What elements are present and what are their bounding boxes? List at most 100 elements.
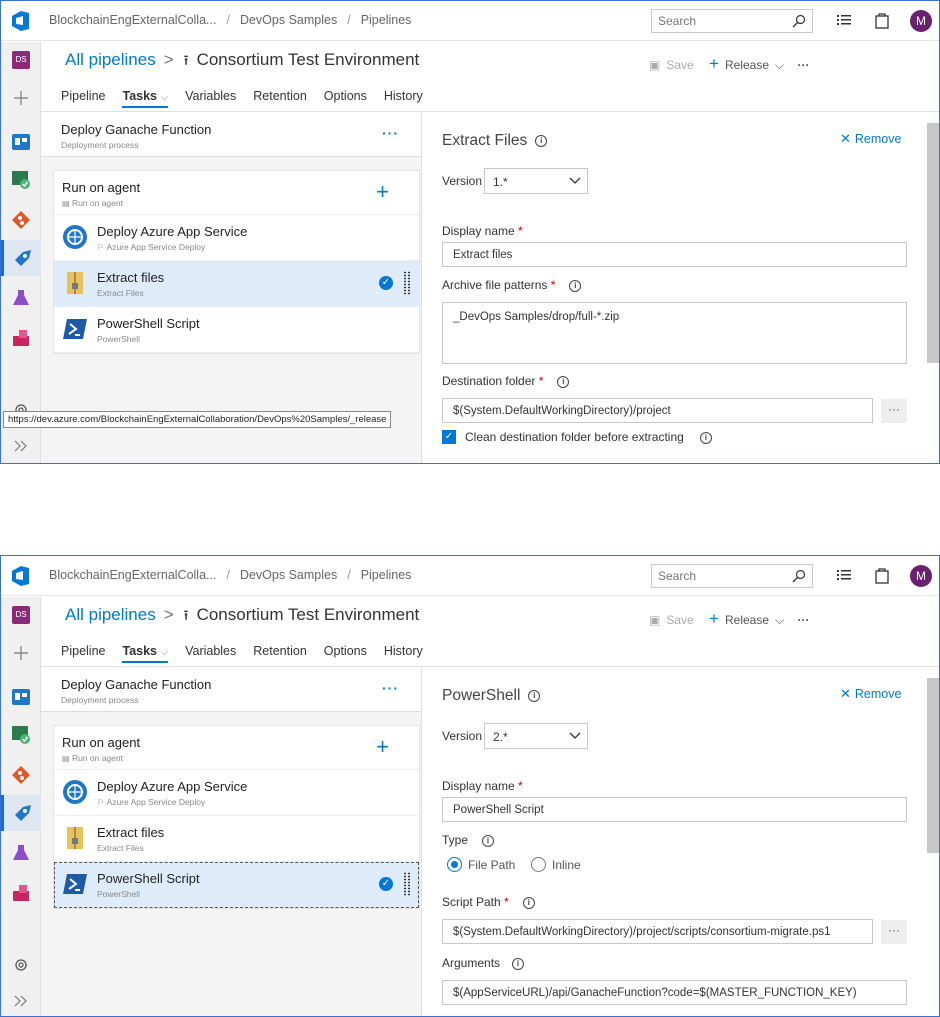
tab-pipeline[interactable]: Pipeline [61,644,105,661]
tab-retention[interactable]: Retention [253,89,307,106]
more-actions-button[interactable]: ··· [797,58,809,72]
breadcrumb-project[interactable]: DevOps Samples [240,13,337,27]
boards-icon[interactable] [1,124,41,160]
tab-retention[interactable]: Retention [253,644,307,661]
all-pipelines-link[interactable]: All pipelines [65,50,156,69]
task-list-icon[interactable] [837,12,851,28]
display-name-field[interactable]: Extract files [442,242,907,267]
task-subtitle: PowerShell [97,889,140,899]
avatar[interactable]: M [910,565,932,587]
avatar[interactable]: M [910,10,932,32]
stage-menu-button[interactable]: ··· [382,680,399,696]
file-path-radio[interactable] [447,857,462,872]
project-badge[interactable]: DS [1,42,41,78]
project-badge[interactable]: DS [1,597,41,633]
breadcrumb-pipelines[interactable]: Pipelines [361,13,412,27]
test-plans-icon[interactable] [1,280,41,316]
drag-handle-icon[interactable] [403,872,411,896]
stage-header[interactable]: Deploy Ganache Function Deployment proce… [41,668,421,712]
task-powershell[interactable]: PowerShell Script PowerShell [54,307,419,353]
pipelines-icon[interactable] [1,240,41,276]
clean-destination-checkbox[interactable]: ✓ [442,430,456,444]
scrollbar[interactable] [927,678,939,853]
inline-label: Inline [552,858,581,872]
release-button[interactable]: Release [725,613,769,627]
info-icon: i [522,896,535,909]
save-button[interactable]: Save [666,58,693,72]
tab-variables[interactable]: Variables [185,644,236,661]
check-icon[interactable]: ✓ [379,877,393,891]
add-task-button[interactable]: + [376,734,389,760]
check-icon[interactable]: ✓ [379,276,393,290]
add-icon[interactable] [1,80,41,116]
scrollbar[interactable] [927,123,939,363]
breadcrumb-org[interactable]: BlockchainEngExternalColla... [49,568,216,582]
drag-handle-icon[interactable] [403,271,411,295]
artifacts-icon[interactable] [1,320,41,356]
search-input[interactable]: Search [651,9,813,33]
inline-radio[interactable] [531,857,546,872]
all-pipelines-link[interactable]: All pipelines [65,605,156,624]
arguments-field[interactable]: $(AppServiceURL)/api/GanacheFunction?cod… [442,980,907,1005]
repos-icon[interactable] [1,202,41,238]
destination-folder-field[interactable]: $(System.DefaultWorkingDirectory)/projec… [442,398,873,423]
search-input[interactable]: Search [651,564,813,588]
archive-patterns-field[interactable]: _DevOps Samples/drop/full-*.zip [442,302,907,364]
display-name-field[interactable]: PowerShell Script [442,797,907,822]
chevron-down-icon[interactable]: ⌵ [775,613,784,627]
tab-pipeline[interactable]: Pipeline [61,89,105,106]
repos-check-icon[interactable] [1,162,41,198]
azure-devops-logo[interactable] [9,564,35,588]
version-select[interactable]: 1.* [484,168,588,194]
expand-chevrons-icon[interactable] [1,983,41,1016]
settings-gear-icon[interactable] [1,947,41,983]
tab-options[interactable]: Options [324,644,367,661]
task-deploy-app-service[interactable]: Deploy Azure App Service ⚐ Azure App Ser… [54,770,419,816]
tab-variables[interactable]: Variables [185,89,236,106]
task-extract-files[interactable]: Extract files Extract Files [54,816,419,862]
remove-button[interactable]: ✕ Remove [840,131,901,147]
info-icon[interactable]: i [528,689,541,702]
test-plans-icon[interactable] [1,835,41,871]
pipelines-icon[interactable] [1,795,41,831]
script-path-field[interactable]: $(System.DefaultWorkingDirectory)/projec… [442,919,873,944]
stage-menu-button[interactable]: ··· [382,125,399,141]
repos-check-icon[interactable] [1,717,41,753]
stage-header[interactable]: Deploy Ganache Function Deployment proce… [41,113,421,157]
marketplace-bag-icon[interactable] [875,12,889,29]
add-task-button[interactable]: + [376,179,389,205]
chevron-down-icon[interactable]: ⌵ [775,58,784,72]
version-select[interactable]: 2.* [484,723,588,749]
expand-chevrons-icon[interactable] [1,428,41,463]
tab-tasks[interactable]: Tasks ⌵ [122,89,169,108]
repos-icon[interactable] [1,757,41,793]
artifacts-icon[interactable] [1,875,41,911]
save-button[interactable]: Save [666,613,693,627]
tab-history[interactable]: History [384,644,423,661]
tab-history[interactable]: History [384,89,423,106]
browse-button[interactable]: ··· [881,920,907,944]
tab-options[interactable]: Options [324,89,367,106]
agent-job-name: Run on agent [62,735,141,750]
boards-icon[interactable] [1,679,41,715]
breadcrumb-project[interactable]: DevOps Samples [240,568,337,582]
agent-job[interactable]: Run on agent ▤ Run on agent + [54,171,419,215]
agent-job[interactable]: Run on agent ▤ Run on agent + [54,726,419,770]
add-icon[interactable] [1,635,41,671]
breadcrumb-pipelines[interactable]: Pipelines [361,568,412,582]
tab-tasks[interactable]: Tasks ⌵ [122,644,169,663]
marketplace-bag-icon[interactable] [875,567,889,584]
browse-button[interactable]: ··· [881,399,907,423]
info-icon[interactable]: i [535,134,548,147]
release-button[interactable]: Release [725,58,769,72]
task-deploy-app-service[interactable]: Deploy Azure App Service ⚐ Azure App Ser… [54,215,419,261]
task-powershell[interactable]: PowerShell Script PowerShell ✓ [54,862,419,908]
azure-devops-logo[interactable] [9,9,35,33]
more-actions-button[interactable]: ··· [797,613,809,627]
task-list-icon[interactable] [837,567,851,583]
chevron-down-icon [569,732,581,739]
remove-button[interactable]: ✕ Remove [840,686,901,702]
breadcrumb-org[interactable]: BlockchainEngExternalColla... [49,13,216,27]
task-extract-files[interactable]: Extract files Extract Files ✓ [54,261,419,307]
task-subtitle: ⚐ Azure App Service Deploy [97,242,206,252]
